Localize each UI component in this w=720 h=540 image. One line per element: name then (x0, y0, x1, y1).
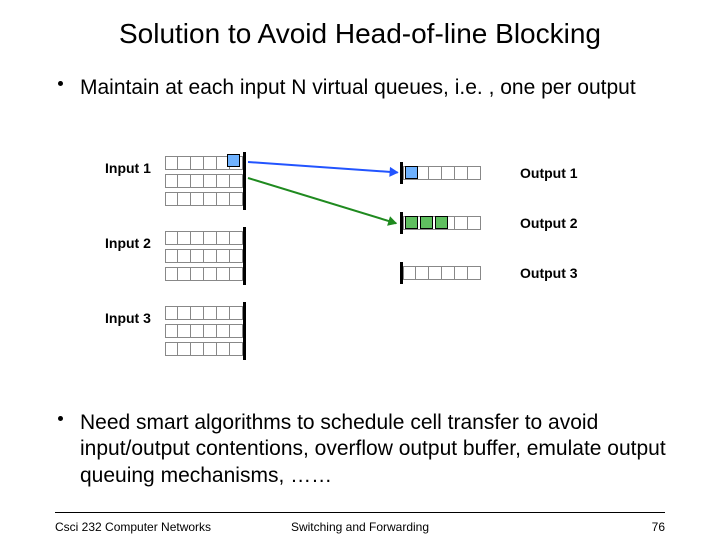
queue-cells (165, 249, 243, 263)
input-1-label: Input 1 (105, 160, 151, 176)
bullet-2-text: Need smart algorithms to schedule cell t… (80, 411, 666, 487)
slide-title: Solution to Avoid Head-of-line Blocking (0, 18, 720, 50)
queue-stop-icon (243, 338, 246, 360)
packet-green-icon (405, 216, 418, 229)
bullet-1: Maintain at each input N virtual queues,… (80, 75, 660, 101)
input-group-3: Input 3 (165, 305, 246, 357)
virtual-queue-3-3 (165, 341, 246, 357)
input-2-label: Input 2 (105, 235, 151, 251)
bullet-2: Need smart algorithms to schedule cell t… (80, 410, 670, 489)
footer-page: 76 (652, 520, 665, 534)
input-group-2: Input 2 (165, 230, 246, 282)
virtual-queue-1-2 (165, 173, 246, 189)
queue-diagram: Input 1 Input 2 (100, 155, 620, 385)
packet-green-icon (435, 216, 448, 229)
virtual-queue-2-3 (165, 266, 246, 282)
queue-cells (165, 174, 243, 188)
virtual-queue-2-2 (165, 248, 246, 264)
queue-cells (165, 267, 243, 281)
queue-cells (165, 192, 243, 206)
arrow-green-icon (248, 177, 397, 224)
queue-stop-icon (243, 188, 246, 210)
input-group-1: Input 1 (165, 155, 246, 207)
virtual-queue-2-1 (165, 230, 246, 246)
output-3-label: Output 3 (520, 265, 578, 281)
arrow-blue-icon (248, 161, 398, 173)
virtual-queue-3-1 (165, 305, 246, 321)
output-3: Output 3 (400, 265, 481, 281)
queue-cells (403, 266, 481, 280)
bullet-dot-icon (58, 416, 63, 421)
queue-stop-icon (243, 263, 246, 285)
virtual-queue-3-2 (165, 323, 246, 339)
output-1-label: Output 1 (520, 165, 578, 181)
input-3-label: Input 3 (105, 310, 151, 326)
bullet-1-text: Maintain at each input N virtual queues,… (80, 76, 636, 99)
packet-blue-icon (227, 154, 240, 167)
queue-cells (165, 306, 243, 320)
slide: Solution to Avoid Head-of-line Blocking … (0, 0, 720, 540)
footer-rule-icon (55, 512, 665, 513)
bullet-dot-icon (58, 81, 63, 86)
virtual-queue-1-3 (165, 191, 246, 207)
packet-green-icon (420, 216, 433, 229)
queue-cells (165, 324, 243, 338)
packet-blue-icon (405, 166, 418, 179)
output-1: Output 1 (400, 165, 481, 181)
footer-center: Switching and Forwarding (0, 520, 720, 534)
output-2: Output 2 (400, 215, 481, 231)
queue-cells (165, 342, 243, 356)
queue-cells (165, 231, 243, 245)
output-2-label: Output 2 (520, 215, 578, 231)
